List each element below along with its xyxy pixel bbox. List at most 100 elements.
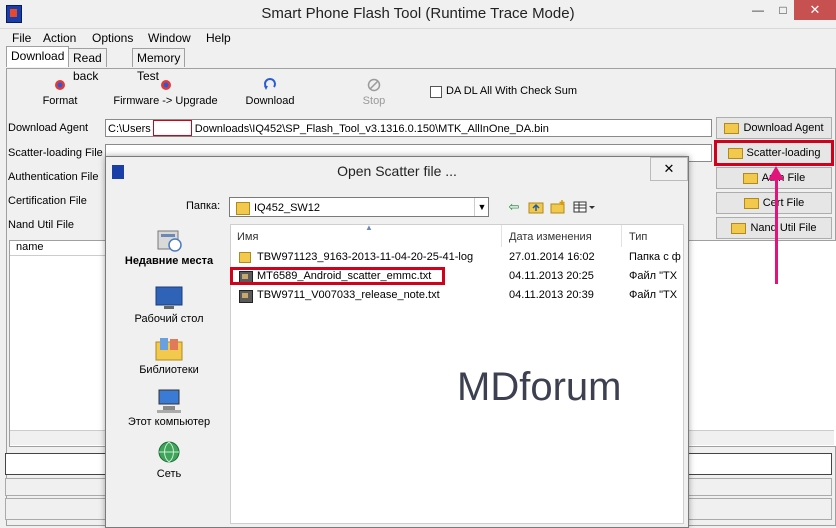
cert-file-button[interactable]: Cert File	[716, 192, 832, 214]
place-desktop-label: Рабочий стол	[134, 313, 204, 325]
firmware-upgrade-label: Firmware -> Upgrade	[113, 95, 218, 107]
text-file-icon	[239, 290, 253, 303]
back-arrow-icon[interactable]: ⇦	[506, 199, 522, 215]
format-label: Format	[42, 95, 78, 107]
open-scatter-dialog: Open Scatter file ... ✕ Папка: IQ452_SW1…	[105, 156, 689, 528]
dialog-close-button[interactable]: ✕	[650, 157, 688, 181]
column-name[interactable]: Имя	[237, 231, 258, 243]
column-separator	[501, 225, 502, 247]
file-type: Файл "TX	[629, 289, 678, 301]
folder-icon	[731, 222, 747, 234]
up-folder-icon[interactable]	[528, 199, 544, 215]
annotation-arrow-head	[768, 166, 784, 180]
place-recent[interactable]: Недавние места	[114, 227, 224, 267]
computer-icon	[157, 389, 181, 413]
recent-places-icon	[157, 230, 182, 252]
column-separator	[621, 225, 622, 247]
folder-icon	[724, 122, 740, 134]
redaction-box	[153, 120, 192, 136]
place-libraries[interactable]: Библиотеки	[114, 336, 224, 376]
folder-icon	[239, 252, 251, 263]
firmware-upgrade-icon	[160, 80, 171, 90]
scatter-loading-button-label: Scatter-loading	[746, 147, 821, 159]
highlight-box	[230, 267, 445, 285]
scatter-loading-button[interactable]: Scatter-loading	[714, 140, 834, 166]
tab-read-back[interactable]: Read back	[68, 48, 107, 83]
menu-options[interactable]: Options	[92, 31, 133, 45]
format-button[interactable]: Format	[30, 78, 90, 107]
menu-action[interactable]: Action	[43, 31, 76, 45]
nand-file-button-label: Nand Util File	[750, 222, 817, 234]
chevron-down-icon[interactable]: ▼	[474, 198, 489, 216]
folder-icon	[727, 147, 743, 159]
maximize-button[interactable]: □	[772, 0, 794, 20]
stop-label: Stop	[362, 95, 386, 107]
watermark-part-2: forum	[519, 365, 622, 409]
tab-memory-test[interactable]: Memory Test	[132, 48, 186, 83]
nand-file-button[interactable]: Nand Util File	[716, 217, 832, 239]
network-globe-icon	[158, 441, 180, 463]
file-name: TBW9711_V007033_release_note.txt	[257, 289, 440, 301]
dialog-title: Open Scatter file ...	[337, 163, 457, 179]
file-date: 04.11.2013 20:39	[509, 289, 594, 301]
list-column-name[interactable]: name	[10, 241, 113, 256]
scatter-file-label: Scatter-loading File	[8, 147, 103, 159]
look-in-dropdown[interactable]: IQ452_SW12	[229, 197, 489, 217]
folder-icon	[742, 172, 758, 184]
checksum-checkbox[interactable]	[430, 86, 442, 98]
sort-ascending-icon: ▲	[365, 224, 373, 232]
file-date: 27.01.2014 16:02	[509, 251, 595, 263]
window-title: Smart Phone Flash Tool (Runtime Trace Mo…	[261, 5, 575, 22]
desktop-icon	[155, 286, 183, 309]
place-network-label: Сеть	[156, 468, 182, 480]
watermark-logo: MDforum	[457, 365, 621, 410]
place-libraries-label: Библиотеки	[139, 364, 199, 376]
place-desktop[interactable]: Рабочий стол	[114, 285, 224, 325]
view-menu-icon[interactable]	[572, 199, 598, 215]
cert-file-label: Certification File	[8, 195, 87, 207]
checksum-label: DA DL All With Check Sum	[446, 85, 578, 97]
download-agent-button[interactable]: Download Agent	[716, 117, 832, 139]
tab-download[interactable]: Download	[6, 46, 70, 67]
column-type[interactable]: Тип	[629, 231, 647, 243]
download-agent-label: Download Agent	[8, 122, 89, 134]
file-name: TBW971123_9163-2013-11-04-20-25-41-log	[257, 251, 474, 263]
file-row[interactable]: TBW971123_9163-2013-11-04-20-25-41-log 2…	[231, 249, 683, 267]
download-agent-button-label: Download Agent	[743, 122, 824, 134]
look-in-value: IQ452_SW12	[254, 202, 321, 214]
watermark-part-1: MD	[457, 365, 520, 409]
column-date-modified[interactable]: Дата изменения	[509, 231, 592, 243]
menu-bar: File Action Options Window Help	[0, 28, 836, 48]
download-agent-path-prefix: C:\Users	[108, 123, 151, 135]
annotation-arrow-shaft	[775, 178, 778, 284]
format-icon	[55, 80, 65, 90]
folder-icon	[236, 202, 250, 215]
cert-file-button-label: Cert File	[762, 197, 805, 209]
file-row[interactable]: TBW9711_V007033_release_note.txt 04.11.2…	[231, 287, 683, 305]
auth-file-label: Authentication File	[8, 171, 99, 183]
file-type: Папка с ф	[629, 251, 681, 263]
stop-icon	[367, 78, 381, 92]
nand-file-label: Nand Util File	[8, 219, 75, 231]
firmware-upgrade-button[interactable]: Firmware -> Upgrade	[108, 78, 223, 107]
download-agent-path-suffix: Downloads\IQ452\SP_Flash_Tool_v3.1316.0.…	[194, 123, 549, 135]
stop-button[interactable]: Stop	[352, 78, 396, 107]
look-in-label: Папка:	[186, 200, 221, 212]
download-agent-field[interactable]: C:\Users Downloads\IQ452\SP_Flash_Tool_v3…	[105, 119, 712, 137]
file-date: 04.11.2013 20:25	[509, 270, 594, 282]
new-folder-icon[interactable]	[550, 199, 566, 215]
download-button[interactable]: Download	[238, 78, 302, 107]
menu-file[interactable]: File	[12, 31, 31, 45]
menu-help[interactable]: Help	[206, 31, 231, 45]
close-button[interactable]: ✕	[794, 0, 836, 20]
place-recent-label: Недавние места	[124, 255, 214, 267]
place-this-pc-label: Этот компьютер	[127, 416, 211, 428]
download-arrow-icon	[264, 78, 276, 90]
minimize-button[interactable]: —	[744, 0, 772, 20]
download-label: Download	[245, 95, 295, 107]
menu-window[interactable]: Window	[148, 31, 191, 45]
file-type: Файл "TX	[629, 270, 678, 282]
place-network[interactable]: Сеть	[114, 440, 224, 480]
place-this-pc[interactable]: Этот компьютер	[114, 388, 224, 428]
libraries-icon	[155, 338, 183, 361]
